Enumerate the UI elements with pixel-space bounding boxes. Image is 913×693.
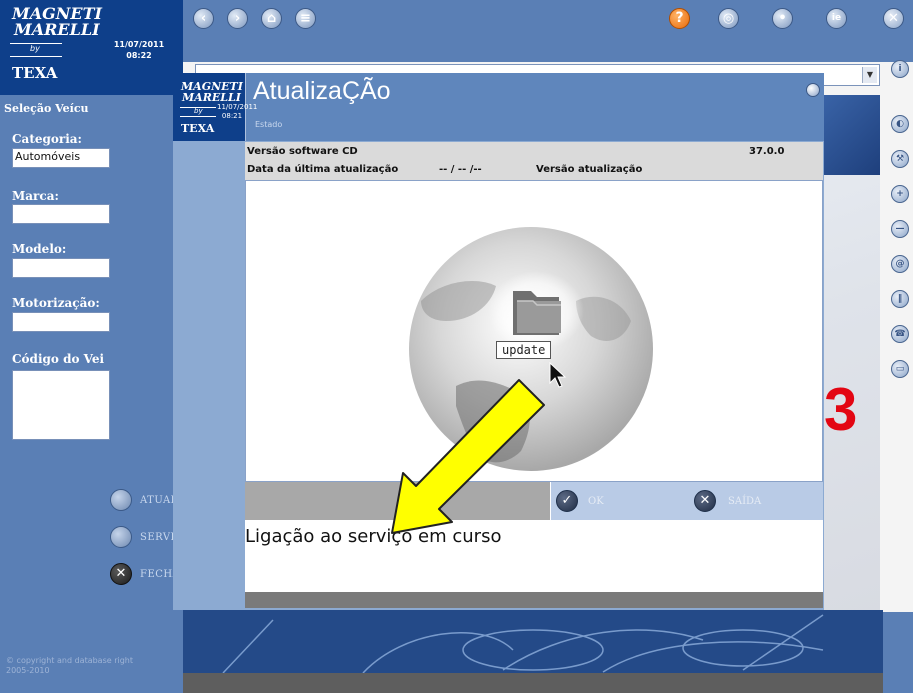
version-label: Versão software CD — [247, 146, 358, 157]
update-version-label: Versão atualização — [536, 164, 643, 175]
help-icon[interactable]: ? — [669, 8, 690, 29]
dialog-footer — [245, 592, 823, 608]
model-label: Modelo: — [12, 242, 67, 256]
car-icon[interactable]: ◐ — [891, 115, 909, 133]
actions-divider — [550, 482, 551, 520]
update-icon — [110, 489, 132, 511]
service-icon — [110, 526, 132, 548]
update-graphic-area: update — [245, 180, 823, 482]
logo-texa: TEXA — [12, 64, 58, 82]
email-icon[interactable]: @ — [891, 255, 909, 273]
background-graphic: 3 — [820, 95, 880, 615]
chevron-down-icon[interactable]: ▼ — [862, 67, 877, 83]
bottom-bar — [183, 673, 883, 693]
version-info: Versão software CD 37.0.0 Data da última… — [245, 142, 823, 180]
engine-field[interactable] — [12, 312, 110, 332]
dialog-logo-marelli: MARELLI — [182, 91, 241, 104]
refresh-icon[interactable]: ≡ — [295, 8, 316, 29]
decorative-band — [183, 610, 883, 673]
home-icon[interactable]: ⌂ — [261, 8, 282, 29]
user-icon[interactable]: • — [772, 8, 793, 29]
close-icon: ✕ — [694, 490, 716, 512]
brand-label: Marca: — [12, 189, 59, 203]
brand-field[interactable] — [12, 204, 110, 224]
folder-icon[interactable] — [509, 277, 565, 337]
dialog-logo-by: by — [194, 107, 203, 115]
vehicle-code-label: Código do Vei — [12, 352, 105, 366]
dialog-minimize-icon[interactable] — [806, 83, 820, 97]
print-icon[interactable]: ▭ — [891, 360, 909, 378]
background-graphic-top — [820, 95, 880, 175]
vehicle-code-field[interactable] — [12, 370, 110, 440]
tools-icon[interactable]: ‖ — [891, 290, 909, 308]
ie-icon[interactable]: ie — [826, 8, 847, 29]
plus-icon[interactable]: + — [891, 185, 909, 203]
dialog-logo-texa: TEXA — [181, 122, 215, 135]
close-icon[interactable]: ✕ — [883, 8, 904, 29]
version-value: 37.0.0 — [749, 146, 785, 157]
engine-label: Motorização: — [12, 296, 100, 310]
close-icon: ✕ — [110, 563, 132, 585]
background-red-glyph: 3 — [824, 376, 858, 443]
sidebar: MAGNETI MARELLI by TEXA 11/07/2011 08:22… — [0, 0, 205, 693]
status-message-area: Ligação ao serviço em curso — [245, 520, 823, 592]
dialog-actions: ✓ OK ✕ SAÍDA — [550, 482, 823, 520]
dialog-title: AtualizaÇÃo — [253, 77, 391, 105]
exit-button[interactable]: ✕ SAÍDA — [694, 490, 794, 514]
check-icon: ✓ — [556, 490, 578, 512]
model-field[interactable] — [12, 258, 110, 278]
copyright-text: © copyright and database right 2005-2010 — [6, 656, 134, 675]
logo-divider — [10, 56, 62, 57]
last-update-label: Data da última atualização — [247, 164, 399, 175]
logo-marelli: MARELLI — [14, 20, 100, 39]
logo-by: by — [30, 44, 40, 53]
decorative-curves — [222, 614, 824, 673]
dialog-time: 08:21 — [221, 112, 243, 120]
forward-icon[interactable]: › — [227, 8, 248, 29]
category-label: Categoria: — [12, 132, 82, 146]
exit-button-label: SAÍDA — [728, 496, 762, 507]
dialog-date: 11/07/2011 — [217, 103, 258, 111]
logo-divider — [180, 116, 216, 117]
brand-date: 11/07/2011 — [113, 40, 165, 49]
ok-button-label: OK — [588, 496, 604, 507]
sidebar-title: Seleção Veícu — [4, 102, 89, 115]
phone-icon[interactable]: ☎ — [891, 325, 909, 343]
dialog-subtitle: Estado — [255, 120, 283, 129]
info-icon[interactable]: i — [891, 60, 909, 78]
brand-header: MAGNETI MARELLI by TEXA 11/07/2011 08:22 — [0, 0, 183, 95]
status-message: Ligação ao serviço em curso — [245, 526, 502, 547]
dialog-header: MAGNETI MARELLI by TEXA 11/07/2011 08:21… — [173, 73, 824, 141]
folder-label: update — [496, 341, 552, 359]
category-field[interactable]: Automóveis — [12, 148, 110, 168]
cursor-icon — [549, 361, 567, 388]
wrench-icon[interactable]: ⚒ — [891, 150, 909, 168]
top-toolbar: ‹ › ⌂ ≡ ? ◎ • ie ✕ — [183, 0, 913, 62]
brand-time: 08:22 — [126, 51, 152, 60]
ok-button[interactable]: ✓ OK — [556, 490, 636, 514]
scan-icon[interactable]: — — [891, 220, 909, 238]
web-icon[interactable]: ◎ — [718, 8, 739, 29]
back-icon[interactable]: ‹ — [193, 8, 214, 29]
last-update-value: -- / -- /-- — [439, 164, 482, 175]
